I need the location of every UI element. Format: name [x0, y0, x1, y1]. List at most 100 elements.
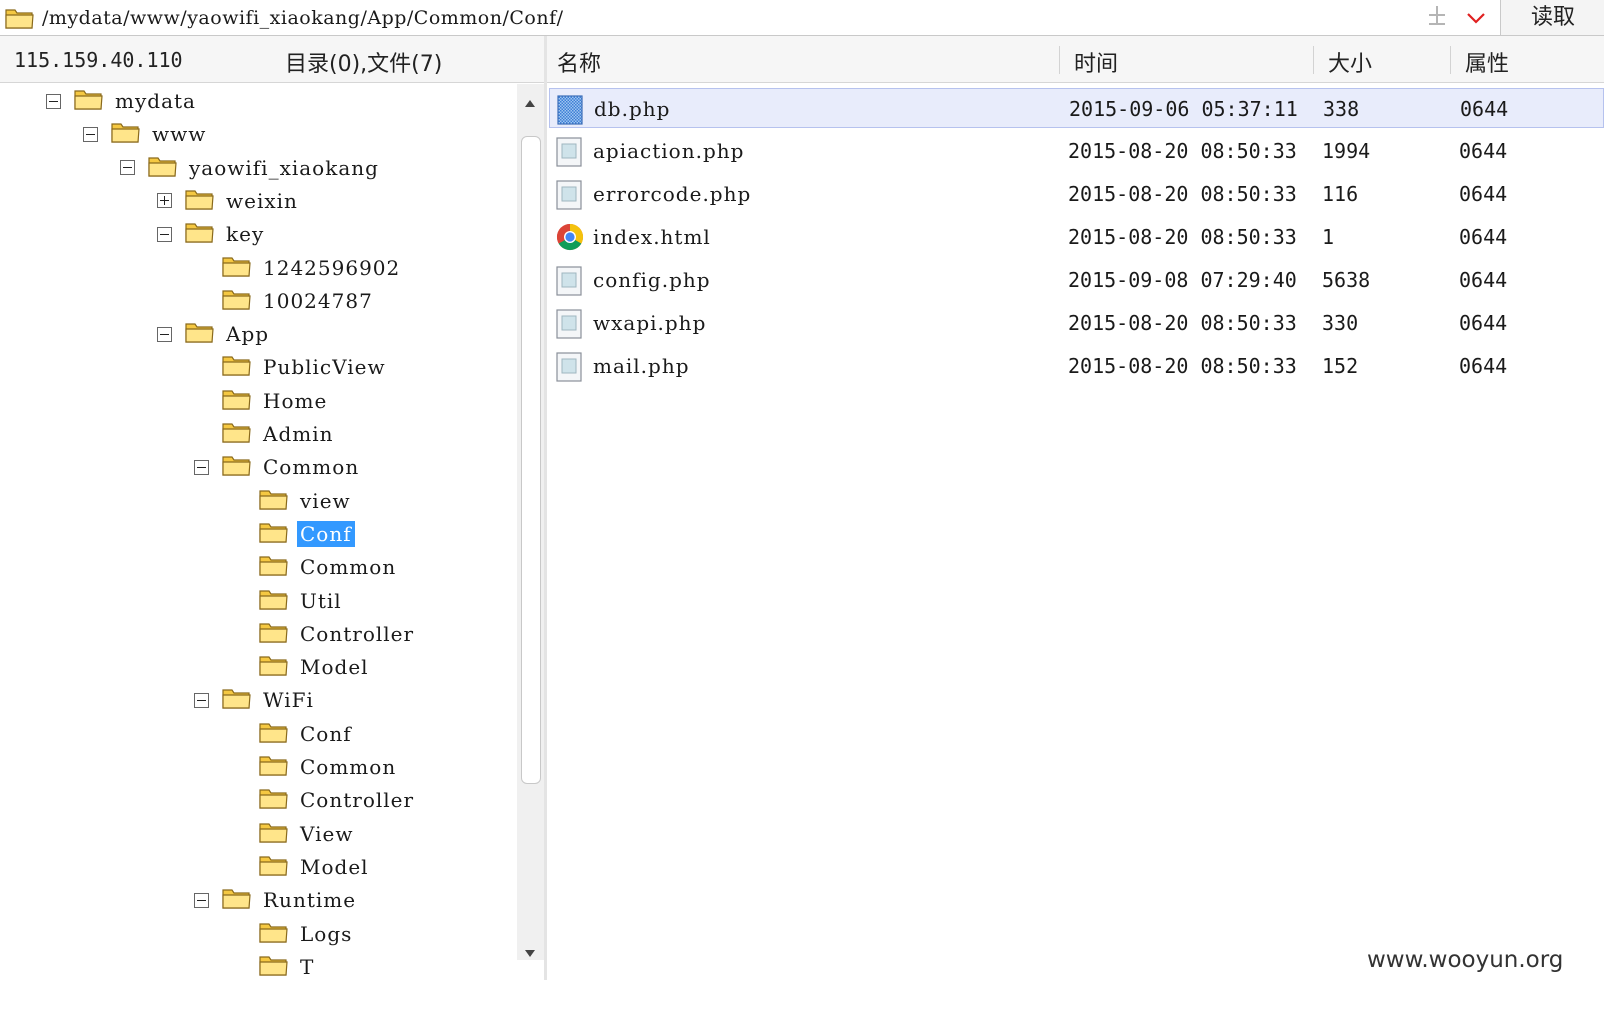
tree-node[interactable]: T [231, 952, 317, 981]
folder-icon [185, 220, 215, 248]
collapse-icon[interactable] [157, 326, 172, 342]
folder-icon [222, 686, 252, 714]
tree-node-label[interactable]: Controller [297, 621, 417, 647]
tree-node-label[interactable]: mydata [112, 88, 199, 114]
read-button[interactable]: 读取 [1500, 0, 1604, 35]
column-header-attr[interactable]: 属性 [1465, 46, 1509, 78]
collapse-icon[interactable] [194, 692, 209, 708]
tree-node[interactable]: weixin [157, 186, 301, 216]
file-attributes: 0644 [1459, 268, 1508, 292]
scrollbar-thumb[interactable] [521, 136, 541, 784]
path-input[interactable]: /mydata/www/yaowifi_xiaokang/App/Common/… [42, 7, 564, 29]
tree-node-label[interactable]: Home [260, 388, 330, 414]
file-attributes: 0644 [1459, 311, 1508, 335]
file-attributes: 0644 [1459, 354, 1508, 378]
tree-node[interactable]: key [157, 219, 267, 249]
file-icon [556, 180, 582, 215]
tree-node-label[interactable]: PublicView [260, 354, 389, 380]
collapse-icon[interactable] [194, 459, 209, 475]
chrome-icon [556, 223, 584, 256]
tree-node[interactable]: PublicView [194, 352, 389, 382]
chevron-down-icon[interactable] [1466, 10, 1486, 29]
column-divider[interactable] [1450, 46, 1451, 74]
tree-node[interactable]: Runtime [194, 885, 359, 915]
tree-node-label[interactable]: Admin [260, 421, 337, 447]
tree-node-label[interactable]: 10024787 [260, 288, 376, 314]
collapse-icon[interactable] [157, 226, 172, 242]
file-row[interactable]: db.php 2015-09-06 05:37:11 338 0644 [549, 88, 1604, 128]
tree-node[interactable]: yaowifi_xiaokang [120, 153, 382, 183]
tree-node-label[interactable]: View [297, 821, 356, 847]
tree-node-label[interactable]: Logs [297, 921, 355, 947]
tree-node[interactable]: Model [231, 652, 372, 682]
tree-node[interactable]: Controller [231, 785, 417, 815]
folder-icon [259, 620, 289, 648]
tree-node-label[interactable]: WiFi [260, 687, 317, 713]
tree-node[interactable]: Model [231, 852, 372, 882]
column-divider[interactable] [1313, 46, 1314, 74]
tree-node-label[interactable]: Runtime [260, 887, 359, 913]
column-header-time[interactable]: 时间 [1074, 46, 1118, 78]
up-level-icon[interactable] [1427, 4, 1447, 32]
tree-node[interactable]: Common [231, 552, 399, 582]
tree-node[interactable]: Home [194, 386, 330, 416]
tree-node-label[interactable]: Conf [297, 721, 355, 747]
tree-node-label[interactable]: App [223, 321, 272, 347]
tree-node[interactable]: App [157, 319, 272, 349]
tree-node-label[interactable]: weixin [223, 188, 301, 214]
tree-node-label[interactable]: www [149, 121, 209, 147]
tree-node[interactable]: www [83, 119, 209, 149]
collapse-icon[interactable] [46, 93, 61, 109]
file-row[interactable]: mail.php 2015-08-20 08:50:33 152 0644 [549, 346, 1604, 386]
file-row[interactable]: config.php 2015-09-08 07:29:40 5638 0644 [549, 260, 1604, 300]
folder-icon [222, 886, 252, 914]
tree-node[interactable]: Logs [231, 919, 355, 949]
tree-node[interactable]: Controller [231, 619, 417, 649]
scroll-up-icon[interactable] [525, 92, 535, 111]
tree-node-label[interactable]: key [223, 221, 267, 247]
tree-node-label[interactable]: T [297, 954, 317, 980]
tree-node[interactable]: mydata [46, 86, 199, 116]
tree-node[interactable]: View [231, 819, 356, 849]
tree-node[interactable]: Conf [231, 519, 355, 549]
tree-node-label[interactable]: Model [297, 854, 372, 880]
file-row[interactable]: wxapi.php 2015-08-20 08:50:33 330 0644 [549, 303, 1604, 343]
tree-node-label[interactable]: Model [297, 654, 372, 680]
tree-node-label[interactable]: Common [297, 754, 399, 780]
tree-node-label[interactable]: Common [297, 554, 399, 580]
tree-node-label[interactable]: Common [260, 454, 362, 480]
file-row[interactable]: apiaction.php 2015-08-20 08:50:33 1994 0644 [549, 131, 1604, 171]
tree-node[interactable]: 10024787 [194, 286, 376, 316]
folder-icon [222, 254, 252, 282]
file-time: 2015-08-20 08:50:33 [1068, 182, 1297, 206]
file-row[interactable]: errorcode.php 2015-08-20 08:50:33 116 0644 [549, 174, 1604, 214]
tree-node[interactable]: Conf [231, 719, 355, 749]
collapse-icon[interactable] [120, 160, 135, 176]
tree-node-label[interactable]: Conf [297, 520, 355, 547]
expand-icon[interactable] [157, 193, 172, 209]
collapse-icon[interactable] [83, 126, 98, 142]
tree-node[interactable]: view [231, 486, 354, 516]
tree-node-label[interactable]: view [297, 488, 354, 514]
file-time: 2015-08-20 08:50:33 [1068, 354, 1297, 378]
file-time: 2015-09-06 05:37:11 [1069, 97, 1298, 121]
tree-node[interactable]: WiFi [194, 685, 317, 715]
column-header-name[interactable]: 名称 [557, 46, 601, 78]
tree-scrollbar[interactable] [517, 84, 545, 960]
tree-node[interactable]: 1242596902 [194, 253, 403, 283]
tree-node-label[interactable]: 1242596902 [260, 255, 403, 281]
tree-node[interactable]: Admin [194, 419, 337, 449]
tree-node[interactable]: Common [231, 752, 399, 782]
column-divider[interactable] [1059, 46, 1060, 74]
tree-node-label[interactable]: Util [297, 588, 345, 614]
file-row[interactable]: index.html 2015-08-20 08:50:33 1 0644 [549, 217, 1604, 257]
scroll-down-icon[interactable] [525, 942, 535, 961]
tree-node[interactable]: Util [231, 586, 345, 616]
folder-icon [222, 287, 252, 315]
tree-node-label[interactable]: yaowifi_xiaokang [186, 155, 382, 181]
tree-node[interactable]: Common [194, 452, 362, 482]
column-header-size[interactable]: 大小 [1328, 46, 1372, 78]
tree-node-label[interactable]: Controller [297, 787, 417, 813]
collapse-icon[interactable] [194, 892, 209, 908]
folder-icon [259, 720, 289, 748]
